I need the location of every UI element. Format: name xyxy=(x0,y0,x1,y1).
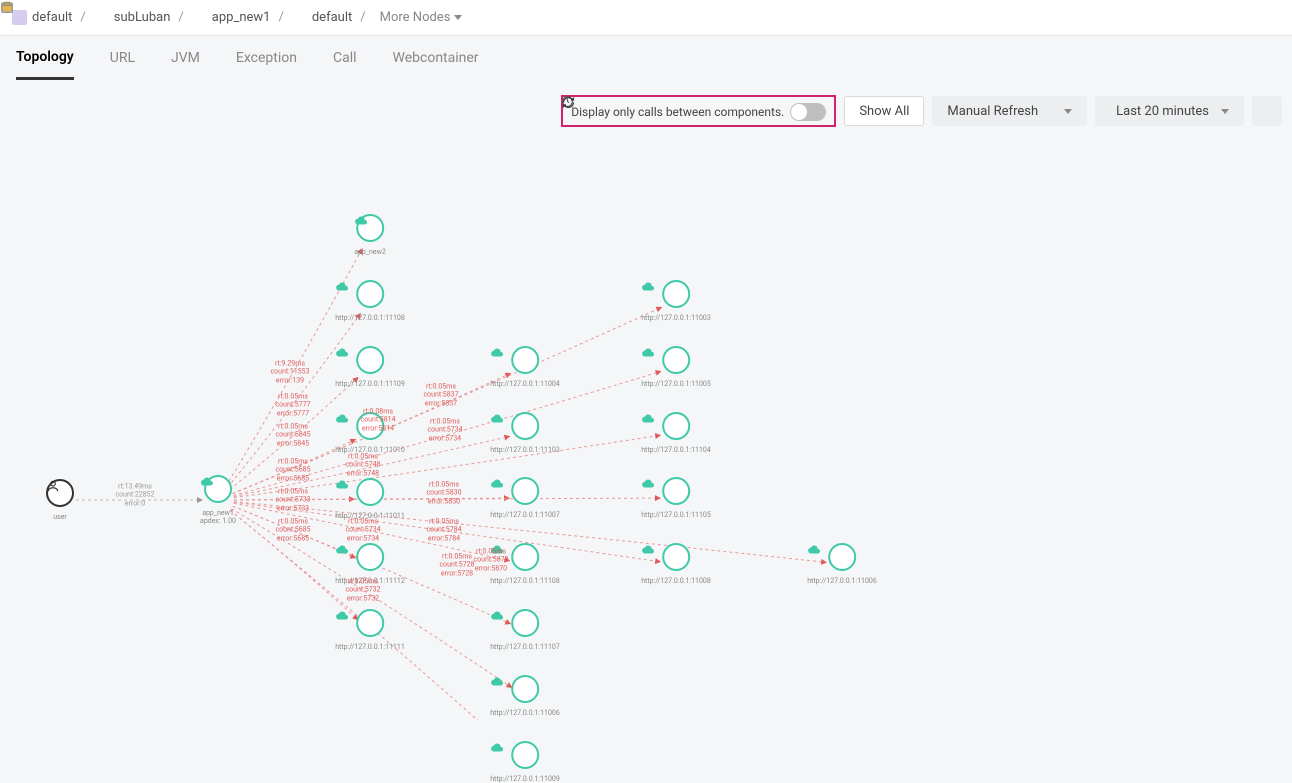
cloud-icon xyxy=(662,477,690,505)
cloud-icon xyxy=(662,543,690,571)
node-label: http://127.0.0.1:11108 xyxy=(335,314,405,322)
node-m107[interactable]: http://127.0.0.1:11107 xyxy=(490,609,560,651)
node-r03[interactable]: http://127.0.0.1:11003 xyxy=(641,280,711,322)
node-f06a[interactable]: http://127.0.0.1:11006 xyxy=(807,543,877,585)
cloud-icon xyxy=(511,609,539,637)
node-m09[interactable]: http://127.0.0.1:11009 xyxy=(490,741,560,783)
node-label: http://127.0.0.1:11007 xyxy=(490,511,560,519)
node-label: http://127.0.0.1:11111 xyxy=(335,643,405,651)
tabs: Topology URL JVM Exception Call Webconta… xyxy=(0,36,1292,80)
cloud-icon xyxy=(511,741,539,769)
tab-url[interactable]: URL xyxy=(110,36,135,80)
cloud-icon xyxy=(356,280,384,308)
cloud-icon xyxy=(511,346,539,374)
node-label: http://127.0.0.1:11103 xyxy=(490,446,560,454)
breadcrumb-item-app[interactable]: app_new1 xyxy=(192,10,271,25)
edge-label: rt:9.29mscount:11553error:139 xyxy=(270,359,309,384)
cloud-icon xyxy=(356,478,384,506)
node-label: http://127.0.0.1:11008 xyxy=(641,577,711,585)
node-label: http://127.0.0.1:11108 xyxy=(490,577,560,585)
topology-canvas[interactable]: user app_new1apdex: 1.00 app_new2 http://12… xyxy=(0,80,1292,714)
edge-label: rt:13.49mscount:22852error:0 xyxy=(115,482,154,507)
cloud-icon xyxy=(204,475,232,503)
node-label: app_new1apdex: 1.00 xyxy=(200,509,236,525)
cloud-icon xyxy=(511,412,539,440)
node-app[interactable]: app_new1apdex: 1.00 xyxy=(200,475,236,525)
calendar-icon xyxy=(292,10,307,25)
breadcrumb-item-root[interactable]: default xyxy=(12,10,72,25)
node-label: http://127.0.0.1:11006 xyxy=(490,709,560,717)
node-label: http://127.0.0.1:11104 xyxy=(641,446,711,454)
node-label: http://127.0.0.1:11003 xyxy=(641,314,711,322)
node-r08[interactable]: http://127.0.0.1:11008 xyxy=(641,543,711,585)
node-label: http://127.0.0.1:11009 xyxy=(490,775,560,783)
breadcrumb-sep: / xyxy=(80,10,85,25)
cloud-icon xyxy=(356,543,384,571)
edge-label: rt:0.05mscount:5685error:5685 xyxy=(275,517,310,542)
tab-call[interactable]: Call xyxy=(333,36,357,80)
user-icon xyxy=(46,479,74,507)
node-r05[interactable]: http://127.0.0.1:11005 xyxy=(641,346,711,388)
node-label: http://127.0.0.1:11109 xyxy=(335,380,405,388)
cloud-icon xyxy=(356,214,384,242)
cloud-icon xyxy=(828,543,856,571)
edge-label: rt:0.05mscount:5845error:5845 xyxy=(275,422,310,447)
edge-label: rt:0.05mscount:5734error:5734 xyxy=(345,517,380,542)
node-n111[interactable]: http://127.0.0.1:11111 xyxy=(335,609,405,651)
edge-label: rt:0.05mscount:5784error:5784 xyxy=(426,517,461,542)
edge-label: rt:0.05mscount:5870error:5870 xyxy=(473,547,508,572)
cube-icon xyxy=(192,10,207,25)
cloud-icon xyxy=(662,280,690,308)
edge-label: rt:0.05mscount:5830error:5830 xyxy=(426,480,461,505)
node-m04[interactable]: http://127.0.0.1:11004 xyxy=(490,346,560,388)
edge-label: rt:0.08mscount:5814error:5814 xyxy=(360,407,395,432)
cloud-icon xyxy=(511,543,539,571)
breadcrumb-item-default[interactable]: default xyxy=(292,10,352,25)
node-m06[interactable]: http://127.0.0.1:11006 xyxy=(490,675,560,717)
edge-label: rt:0.05mscount:5777error:5777 xyxy=(275,392,310,417)
edge-label: rt:0.05mscount:5685error:5685 xyxy=(275,457,310,482)
chevron-down-icon xyxy=(454,15,462,20)
edge-label: rt:0.05mscount:5733error:5733 xyxy=(275,487,310,512)
node-label: http://127.0.0.1:11004 xyxy=(490,380,560,388)
tab-jvm[interactable]: JVM xyxy=(171,36,200,80)
node-n8[interactable]: http://127.0.0.1:11108 xyxy=(335,280,405,322)
node-label: http://127.0.0.1:11107 xyxy=(490,643,560,651)
edge-label: rt:0.05mscount:5728error:5728 xyxy=(439,552,474,577)
edge-label: rt:0.05mscount:5837error:5837 xyxy=(423,382,458,407)
node-label: http://127.0.0.1:11006 xyxy=(807,577,877,585)
cloud-icon xyxy=(662,412,690,440)
node-r105[interactable]: http://127.0.0.1:11105 xyxy=(641,477,711,519)
tab-webcontainer[interactable]: Webcontainer xyxy=(393,36,479,80)
edge-label: rt:0.05mscount:5734error:5734 xyxy=(427,417,462,442)
breadcrumb: default / subLuban / app_new1 / default … xyxy=(0,0,1292,36)
edge-layer xyxy=(0,80,1292,720)
node-label: http://127.0.0.1:11005 xyxy=(641,380,711,388)
node-r104[interactable]: http://127.0.0.1:11104 xyxy=(641,412,711,454)
cloud-icon xyxy=(511,477,539,505)
node-n_app2[interactable]: app_new2 xyxy=(354,214,386,256)
node-m03[interactable]: http://127.0.0.1:11103 xyxy=(490,412,560,454)
cloud-icon xyxy=(511,675,539,703)
tab-exception[interactable]: Exception xyxy=(236,36,297,80)
tab-topology[interactable]: Topology xyxy=(16,36,74,80)
node-user[interactable]: user xyxy=(46,479,74,521)
node-n11[interactable]: http://127.0.0.1:11011 xyxy=(335,478,405,520)
folder-icon xyxy=(94,10,109,25)
more-nodes-dropdown[interactable]: More Nodes xyxy=(380,10,463,25)
node-label: app_new2 xyxy=(354,248,386,256)
node-label: http://127.0.0.1:11105 xyxy=(641,511,711,519)
cloud-icon xyxy=(356,609,384,637)
edge-label: rt:0.05mscount:5732error:5732 xyxy=(345,577,380,602)
node-m07[interactable]: http://127.0.0.1:11007 xyxy=(490,477,560,519)
breadcrumb-item-sub[interactable]: subLuban xyxy=(94,10,171,25)
node-label: user xyxy=(46,513,74,521)
edge-label: rt:0.05mscount:5748error:5748 xyxy=(345,452,380,477)
node-n9[interactable]: http://127.0.0.1:11109 xyxy=(335,346,405,388)
cloud-icon xyxy=(356,346,384,374)
cloud-icon xyxy=(662,346,690,374)
namespace-icon xyxy=(12,10,27,25)
